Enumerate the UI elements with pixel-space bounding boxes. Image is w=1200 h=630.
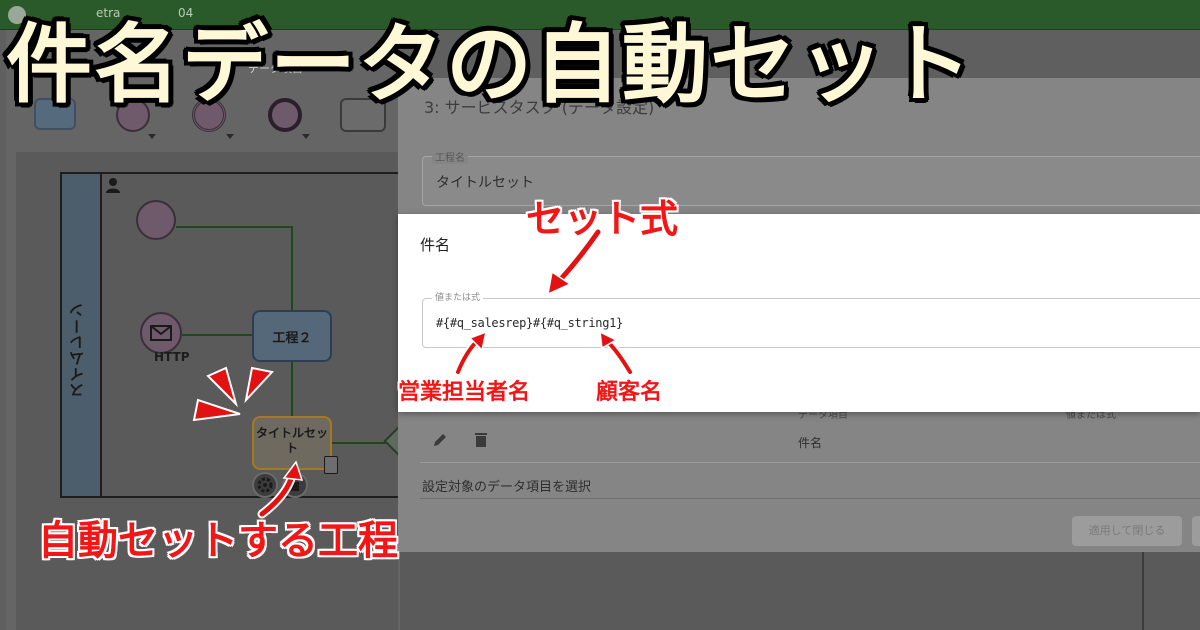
page-title: 件名データの自動セット — [6, 15, 974, 115]
table-row-data-item: 件名 — [798, 436, 823, 450]
person-icon — [106, 178, 120, 193]
trash-icon[interactable] — [474, 432, 488, 448]
apply-close-button[interactable]: 適用して閉じる — [1072, 516, 1182, 546]
annotation-customer: 顧客名 — [596, 380, 663, 405]
lower-panel — [400, 552, 1200, 630]
divider — [420, 462, 1200, 463]
calculator-icon — [324, 456, 338, 474]
select-data-item-field[interactable]: 設定対象のデータ項目を選択 — [422, 476, 591, 495]
secondary-button[interactable] — [1192, 516, 1200, 546]
swimlane-label: スイムレーン — [68, 302, 86, 398]
sequence-flow — [291, 226, 293, 310]
sequence-flow — [291, 362, 293, 416]
start-event[interactable] — [136, 200, 176, 240]
task-step2[interactable]: 工程２ — [252, 310, 332, 362]
task-title-set-label: タイトルセット — [255, 426, 328, 455]
divider — [1142, 552, 1144, 630]
http-start-event[interactable] — [140, 312, 182, 354]
palette-dropdown-icon[interactable] — [226, 134, 234, 139]
task-title-set[interactable]: タイトルセット — [252, 416, 332, 470]
palette-dropdown-icon[interactable] — [148, 134, 156, 139]
value-expression-legend: 値または式 — [432, 290, 484, 303]
annotation-set-expression: セット式 — [526, 197, 679, 241]
annotation-sales-rep: 営業担当者名 — [398, 380, 531, 405]
step-name-value: タイトルセット — [436, 175, 534, 191]
http-event-label: HTTP — [154, 350, 190, 364]
select-underline — [420, 498, 1200, 499]
task-context-tools — [252, 472, 312, 500]
palette-dropdown-icon[interactable] — [302, 134, 310, 139]
sequence-flow — [182, 334, 252, 336]
sequence-flow — [332, 442, 388, 444]
pencil-icon[interactable] — [432, 432, 448, 448]
gear-icon[interactable] — [252, 472, 278, 498]
trash-icon[interactable] — [282, 472, 308, 498]
value-expression-text[interactable]: #{#q_salesrep}#{#q_string1} — [436, 316, 623, 330]
task-step2-label: 工程２ — [272, 331, 312, 346]
mail-icon — [150, 325, 172, 341]
section-label: 件名 — [420, 236, 451, 254]
step-name-legend: 工程名 — [432, 149, 468, 164]
annotation-auto-set-step: 自動セットする工程 — [38, 518, 398, 564]
sequence-flow — [176, 226, 292, 228]
